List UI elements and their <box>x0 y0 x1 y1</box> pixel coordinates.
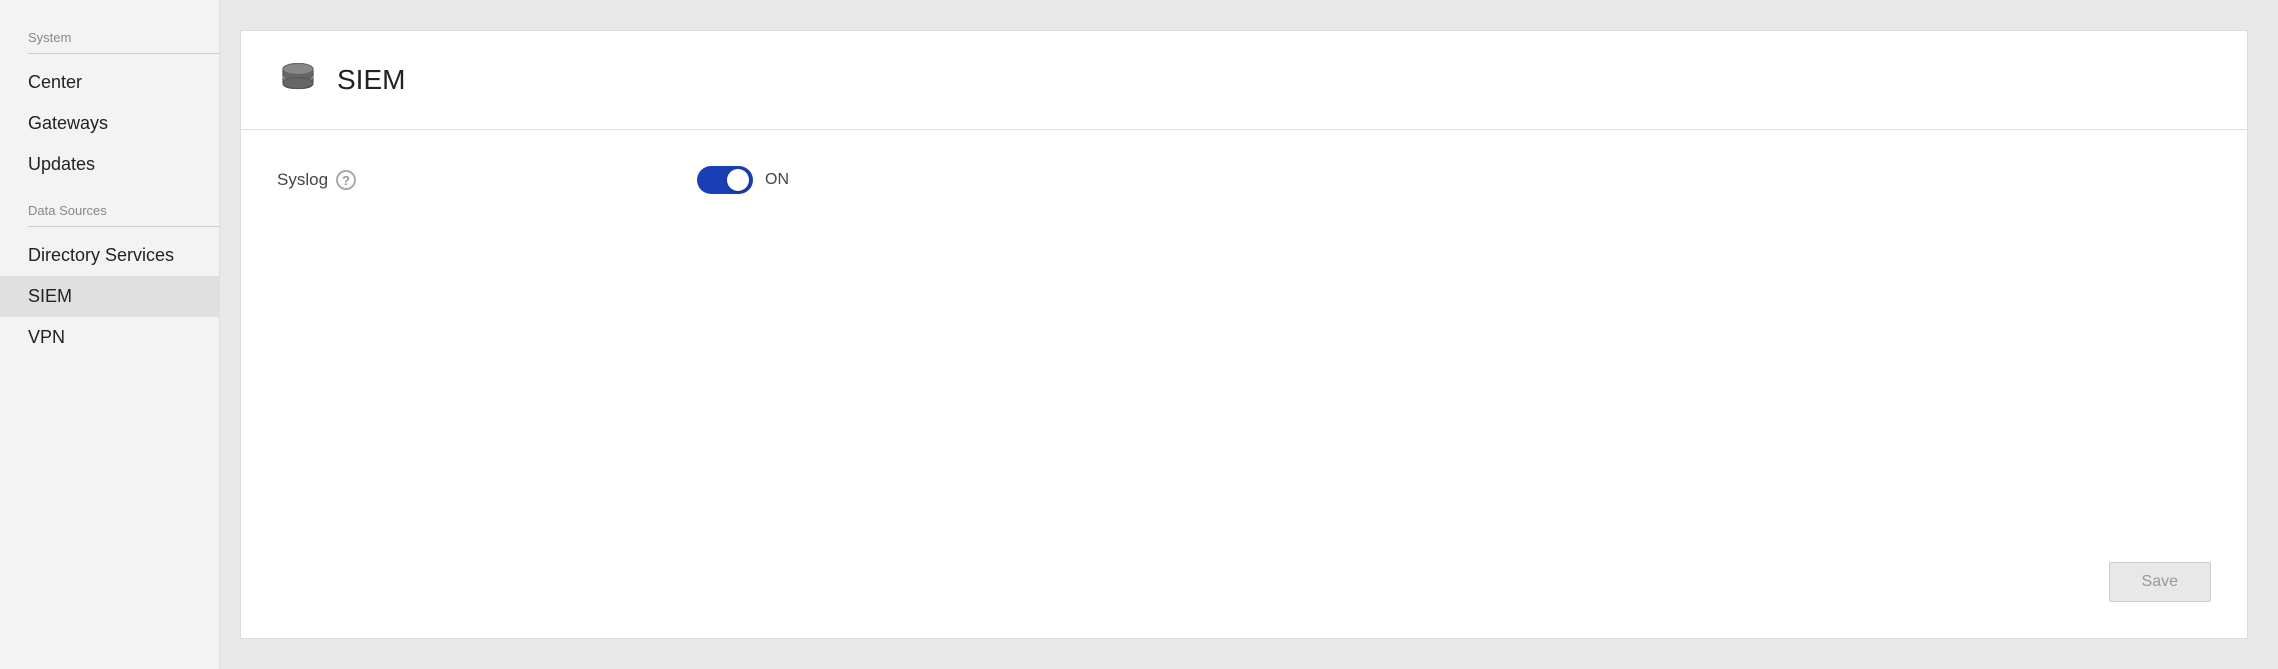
sidebar-data-sources-label: Data Sources <box>0 203 219 224</box>
sidebar-item-updates[interactable]: Updates <box>0 144 219 185</box>
siem-panel: SIEM Syslog ? ON Save <box>240 30 2248 639</box>
sidebar-system-divider <box>28 53 219 54</box>
main-content: SIEM Syslog ? ON Save <box>220 0 2278 669</box>
database-icon <box>277 59 319 101</box>
sidebar-item-vpn[interactable]: VPN <box>0 317 219 358</box>
sidebar-item-gateways[interactable]: Gateways <box>0 103 219 144</box>
panel-header: SIEM <box>241 31 2247 130</box>
sidebar-system-label: System <box>0 30 219 51</box>
sidebar: System Center Gateways Updates Data Sour… <box>0 0 220 669</box>
panel-footer: Save <box>277 562 2211 602</box>
panel-body: Syslog ? ON Save <box>241 130 2247 638</box>
syslog-help-icon[interactable]: ? <box>336 170 356 190</box>
toggle-state-label: ON <box>765 171 789 189</box>
toggle-knob <box>727 169 749 191</box>
sidebar-item-directory-services[interactable]: Directory Services <box>0 235 219 276</box>
sidebar-data-sources-divider <box>28 226 219 227</box>
syslog-label-text: Syslog <box>277 170 328 190</box>
syslog-toggle-container: ON <box>697 166 789 194</box>
panel-title: SIEM <box>337 64 405 96</box>
syslog-toggle[interactable] <box>697 166 753 194</box>
sidebar-gap <box>0 185 219 203</box>
syslog-label-container: Syslog ? <box>277 170 617 190</box>
syslog-row: Syslog ? ON <box>277 166 2211 194</box>
save-button[interactable]: Save <box>2109 562 2211 602</box>
sidebar-item-siem[interactable]: SIEM <box>0 276 219 317</box>
sidebar-item-center[interactable]: Center <box>0 62 219 103</box>
